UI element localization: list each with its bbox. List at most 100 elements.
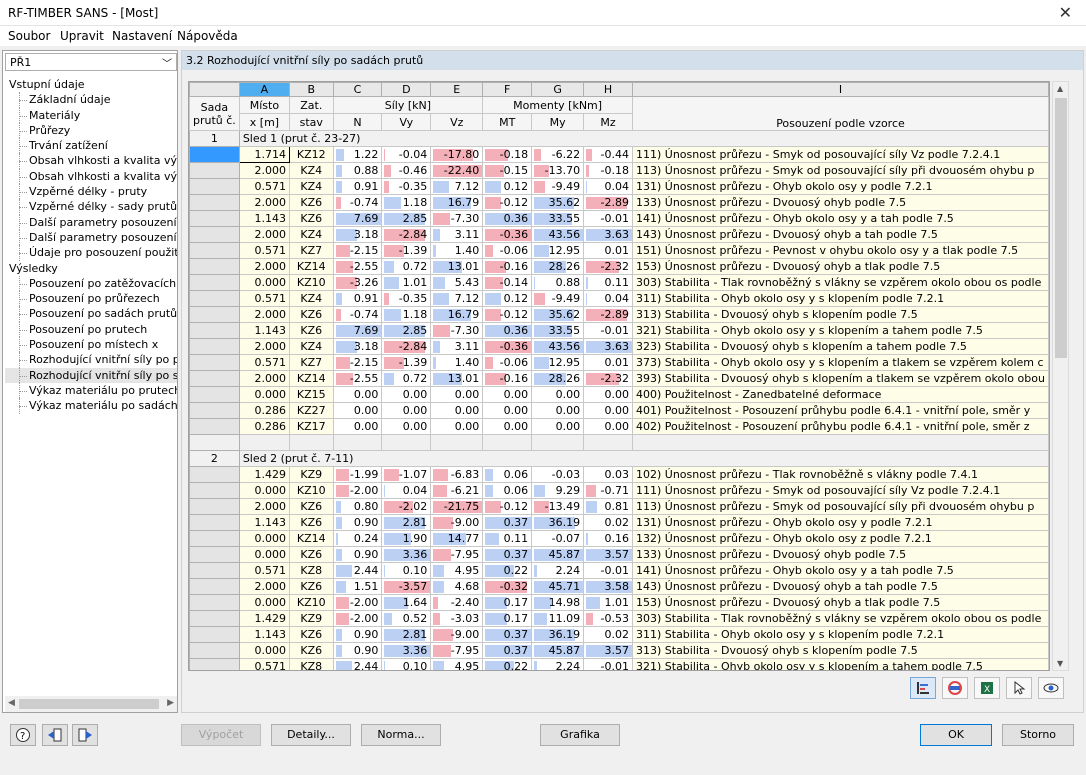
load-case-cell[interactable]: KZ6 bbox=[289, 642, 334, 659]
value-cell-n[interactable]: -2.15 bbox=[332, 242, 383, 259]
value-cell-vz[interactable]: -6.83 bbox=[430, 466, 484, 483]
value-cell-my[interactable]: -13.70 bbox=[531, 162, 585, 179]
value-cell-mt[interactable]: 0.12 bbox=[482, 178, 533, 195]
select-member-icon[interactable] bbox=[1006, 677, 1032, 699]
value-cell-vy[interactable]: -2.84 bbox=[381, 338, 432, 355]
load-case-cell[interactable]: KZ4 bbox=[289, 290, 334, 307]
design-check-cell[interactable]: 313) Stabilita - Dvouosý ohyb s klopením… bbox=[631, 306, 1049, 323]
location-cell[interactable]: 2.000 bbox=[238, 306, 291, 323]
value-cell-vy[interactable]: -3.57 bbox=[381, 578, 432, 595]
value-cell-vz[interactable]: 5.43 bbox=[430, 274, 484, 291]
location-cell[interactable]: 0.286 bbox=[238, 402, 291, 419]
location-cell[interactable]: 2.000 bbox=[238, 498, 291, 515]
value-cell-vz[interactable]: -7.30 bbox=[430, 210, 484, 227]
design-check-cell[interactable]: 153) Únosnost průřezu - Dvouosý ohyb a t… bbox=[631, 258, 1049, 275]
row-header[interactable] bbox=[189, 466, 240, 483]
tree-item[interactable]: Posouzení po místech x bbox=[5, 337, 177, 353]
value-cell-n[interactable]: 1.51 bbox=[332, 578, 383, 595]
value-cell-mz[interactable]: -2.32 bbox=[583, 370, 633, 387]
value-cell-vy[interactable]: 0.00 bbox=[381, 402, 432, 419]
value-cell-vy[interactable]: 2.81 bbox=[381, 514, 432, 531]
design-check-cell[interactable]: 402) Použitelnost - Posouzení průhybu po… bbox=[631, 418, 1049, 435]
value-cell-mz[interactable]: 1.01 bbox=[583, 594, 633, 611]
design-check-cell[interactable]: 393) Stabilita - Dvouosý ohyb s klopením… bbox=[631, 370, 1049, 387]
value-cell-vz[interactable]: -9.00 bbox=[430, 626, 484, 643]
value-cell-my[interactable]: 28.26 bbox=[531, 258, 585, 275]
value-cell-mz[interactable]: -0.44 bbox=[583, 146, 633, 163]
value-cell-vy[interactable]: 0.52 bbox=[381, 610, 432, 627]
location-cell[interactable]: 1.143 bbox=[238, 210, 291, 227]
value-cell-mt[interactable]: 0.00 bbox=[482, 386, 533, 403]
load-case-cell[interactable]: KZ12 bbox=[289, 146, 334, 163]
ok-button[interactable]: OK bbox=[920, 724, 992, 746]
load-case-cell[interactable]: KZ15 bbox=[289, 386, 334, 403]
location-cell[interactable]: 0.000 bbox=[238, 386, 291, 403]
design-check-cell[interactable]: 131) Únosnost průřezu - Ohyb okolo osy y… bbox=[631, 514, 1049, 531]
value-cell-vz[interactable]: -7.30 bbox=[430, 322, 484, 339]
table-row[interactable]: 2.000 KZ6 -0.74 1.18 16.79 -0.12 35.62 -2.89 313… bbox=[189, 306, 1049, 323]
value-cell-mz[interactable]: -0.01 bbox=[583, 658, 633, 670]
value-cell-mt[interactable]: 0.17 bbox=[482, 610, 533, 627]
scroll-up-icon[interactable]: ▲ bbox=[1057, 84, 1063, 93]
tree-item[interactable]: Základní údaje bbox=[5, 92, 177, 108]
value-cell-mt[interactable]: -0.16 bbox=[482, 370, 533, 387]
table-row[interactable]: 0.000 KZ6 0.90 3.36 -7.95 0.37 45.87 3.57 133) Ú… bbox=[189, 546, 1049, 563]
load-case-cell[interactable]: KZ10 bbox=[289, 482, 334, 499]
value-cell-mt[interactable]: 0.22 bbox=[482, 562, 533, 579]
value-cell-n[interactable]: 0.24 bbox=[332, 530, 383, 547]
value-cell-vz[interactable]: 0.00 bbox=[430, 402, 484, 419]
value-cell-mz[interactable]: 0.81 bbox=[583, 498, 633, 515]
value-cell-my[interactable]: 35.62 bbox=[531, 194, 585, 211]
value-cell-n[interactable]: 0.90 bbox=[332, 642, 383, 659]
design-check-cell[interactable]: 133) Únosnost průřezu - Dvouosý ohyb pod… bbox=[631, 194, 1049, 211]
value-cell-mt[interactable]: 0.06 bbox=[482, 482, 533, 499]
value-cell-vz[interactable]: -21.75 bbox=[430, 498, 484, 515]
color-scale-icon[interactable] bbox=[942, 677, 968, 699]
location-cell[interactable]: 0.000 bbox=[238, 642, 291, 659]
view-icon[interactable] bbox=[1038, 677, 1064, 699]
row-header[interactable] bbox=[189, 162, 240, 179]
load-case-cell[interactable]: KZ10 bbox=[289, 274, 334, 291]
value-cell-my[interactable]: 43.56 bbox=[531, 226, 585, 243]
row-header[interactable] bbox=[189, 402, 240, 419]
value-cell-mt[interactable]: 0.06 bbox=[482, 466, 533, 483]
tree-item[interactable]: Posouzení po zatěžovacích stavech bbox=[5, 275, 177, 292]
table-row[interactable]: 0.000 KZ10 -2.00 0.04 -6.21 0.06 9.29 -0.71 111)… bbox=[189, 482, 1049, 499]
value-cell-vy[interactable]: -1.39 bbox=[381, 354, 432, 371]
row-header[interactable] bbox=[189, 226, 240, 243]
load-case-cell[interactable]: KZ6 bbox=[289, 498, 334, 515]
location-cell[interactable]: 1.714 bbox=[238, 146, 291, 163]
value-cell-mt[interactable]: -0.36 bbox=[482, 338, 533, 355]
load-case-cell[interactable]: KZ9 bbox=[289, 466, 334, 483]
value-cell-mt[interactable]: 0.37 bbox=[482, 626, 533, 643]
tree-item[interactable]: Další parametry posouzení - sady bbox=[5, 229, 177, 246]
col-letter-g[interactable]: G bbox=[531, 82, 585, 97]
scroll-thumb[interactable] bbox=[19, 699, 159, 709]
col-letter-b[interactable]: B bbox=[289, 82, 334, 97]
row-header[interactable] bbox=[189, 370, 240, 387]
load-case-cell[interactable]: KZ9 bbox=[289, 610, 334, 627]
tree-item[interactable]: Posouzení po prutech bbox=[5, 321, 177, 338]
value-cell-my[interactable]: 45.87 bbox=[531, 642, 585, 659]
value-cell-mz[interactable]: -0.53 bbox=[583, 610, 633, 627]
value-cell-mt[interactable]: 0.17 bbox=[482, 594, 533, 611]
value-cell-mt[interactable]: -0.32 bbox=[482, 578, 533, 595]
location-cell[interactable]: 2.000 bbox=[238, 226, 291, 243]
table-row[interactable]: 0.571 KZ7 -2.15 -1.39 1.40 -0.06 12.95 0.01 151)… bbox=[189, 242, 1049, 259]
row-header[interactable] bbox=[189, 306, 240, 323]
value-cell-my[interactable]: 9.29 bbox=[531, 482, 585, 499]
value-cell-mt[interactable]: -0.12 bbox=[482, 498, 533, 515]
tree-item[interactable]: Obsah vlhkosti a kvalita výroby bbox=[5, 168, 177, 185]
location-cell[interactable]: 2.000 bbox=[238, 338, 291, 355]
value-cell-mt[interactable]: 0.36 bbox=[482, 322, 533, 339]
set-header-row[interactable]: 1 Sled 1 (prut č. 23-27) bbox=[189, 130, 1049, 147]
tree-item[interactable]: Údaje pro posouzení použitelnosti bbox=[5, 245, 177, 261]
location-cell[interactable]: 2.000 bbox=[238, 370, 291, 387]
value-cell-my[interactable]: 0.88 bbox=[531, 274, 585, 291]
value-cell-vy[interactable]: 0.72 bbox=[381, 258, 432, 275]
value-cell-n[interactable]: 2.44 bbox=[332, 658, 383, 670]
tree-item[interactable]: Průřezy bbox=[5, 122, 177, 139]
vertical-scrollbar[interactable]: ▲ ▼ bbox=[1052, 81, 1069, 671]
load-case-cell[interactable]: KZ6 bbox=[289, 194, 334, 211]
menu-upravit[interactable]: Upravit bbox=[60, 29, 104, 43]
